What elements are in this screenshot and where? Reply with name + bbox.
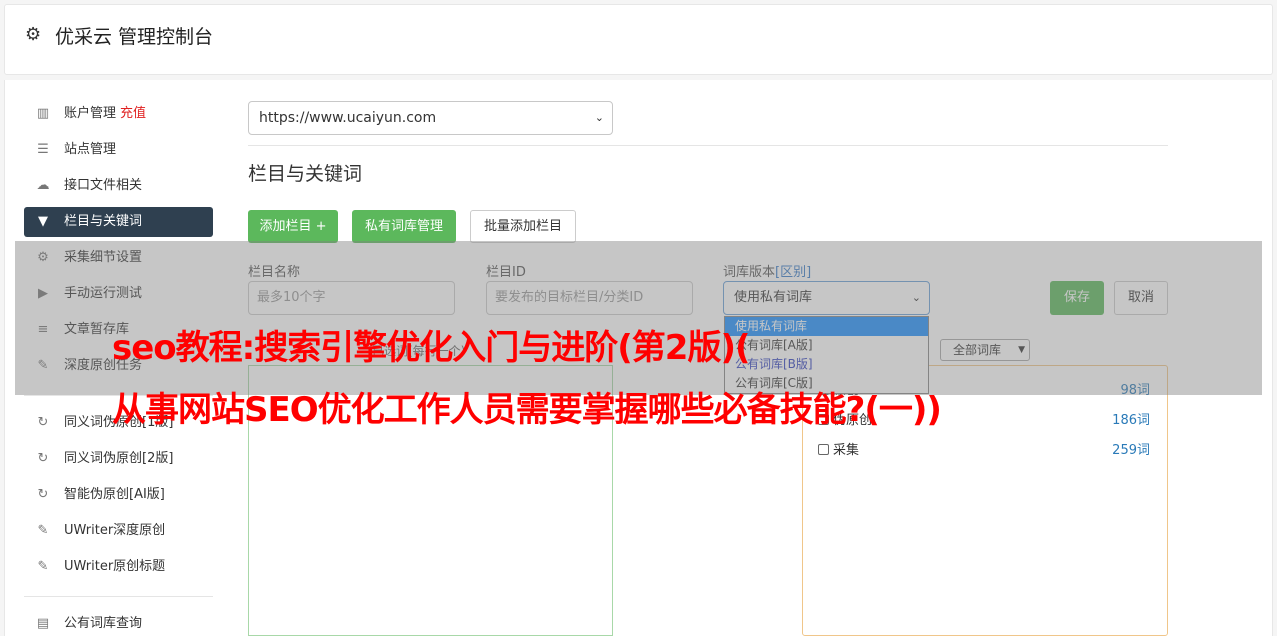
- overlay-band: [15, 241, 1262, 395]
- sidebar-item-label: 公有词库查询: [64, 616, 143, 631]
- sidebar-item-label: 接口文件相关: [64, 178, 143, 193]
- refresh-icon: ↻: [37, 487, 49, 502]
- divider: [248, 145, 1168, 146]
- page-title: 优采云 管理控制台: [55, 26, 214, 48]
- sidebar-item-columns[interactable]: ▼ 栏目与关键词: [24, 207, 213, 237]
- sidebar-item-label: 账户管理: [64, 106, 117, 121]
- sidebar-item-sites[interactable]: ☰ 站点管理: [24, 135, 213, 165]
- section-title: 栏目与关键词: [248, 163, 363, 185]
- lib-count: 259词: [1112, 443, 1150, 458]
- sidebar-item-label: UWriter深度原创: [64, 523, 166, 538]
- banner-line-2: 从事网站SEO优化工作人员需要掌握哪些必备技能?(一)): [112, 390, 942, 430]
- refresh-icon: ↻: [37, 415, 49, 430]
- sidebar-item-uwriter-deep[interactable]: ✎ UWriter深度原创: [24, 516, 213, 546]
- lib-name: 采集: [833, 443, 860, 458]
- sidebar-divider: [24, 596, 213, 597]
- sidebar-item-label: 智能伪原创[AI版]: [64, 487, 165, 502]
- lib-row-collect[interactable]: 采集 259词: [818, 441, 1150, 461]
- gear-icon: ⚙: [25, 24, 42, 45]
- site-select-value: https://www.ucaiyun.com: [259, 110, 437, 126]
- cloud-upload-icon: ☁: [36, 178, 50, 193]
- batch-add-button[interactable]: 批量添加栏目: [470, 210, 576, 243]
- banner-line-1: seo教程:搜索引擎优化入门与进阶(第2版)(: [112, 328, 751, 368]
- sidebar-item-label: 栏目与关键词: [64, 214, 143, 229]
- edit-icon: ✎: [37, 523, 49, 538]
- sidebar-item-label: 同义词伪原创[2版]: [64, 451, 174, 466]
- recharge-link[interactable]: 充值: [120, 106, 146, 121]
- sidebar-item-uwriter-title[interactable]: ✎ UWriter原创标题: [24, 552, 213, 582]
- site-select[interactable]: https://www.ucaiyun.com ⌄: [248, 101, 613, 135]
- sidebar-item-account[interactable]: ▥ 账户管理 充值: [24, 99, 213, 129]
- refresh-icon: ↻: [37, 451, 49, 466]
- sidebar-item-public-lib[interactable]: ▤ 公有词库查询: [24, 609, 213, 636]
- server-icon: ☰: [37, 142, 49, 157]
- checkbox[interactable]: [818, 444, 829, 455]
- sidebar-item-label: 站点管理: [64, 142, 117, 157]
- app-header: ⚙ 优采云 管理控制台: [4, 4, 1273, 75]
- sidebar-item-synonym-v2[interactable]: ↻ 同义词伪原创[2版]: [24, 444, 213, 474]
- filter-icon: ▼: [38, 214, 48, 229]
- bar-chart-icon: ▥: [36, 106, 50, 121]
- sidebar-item-label: UWriter原创标题: [64, 559, 166, 574]
- chevron-down-icon: ⌄: [594, 111, 604, 124]
- book-icon: ▤: [36, 616, 50, 631]
- lib-count: 186词: [1112, 413, 1150, 428]
- add-column-button[interactable]: 添加栏目 +: [248, 210, 338, 243]
- sidebar-item-ai-rewrite[interactable]: ↻ 智能伪原创[AI版]: [24, 480, 213, 510]
- private-lib-button[interactable]: 私有词库管理: [352, 210, 456, 243]
- sidebar-item-api[interactable]: ☁ 接口文件相关: [24, 171, 213, 201]
- edit-icon: ✎: [37, 559, 49, 574]
